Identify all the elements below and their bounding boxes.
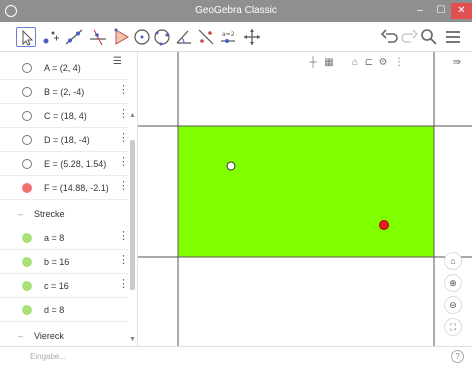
geogebra-window: GeoGebra Classic – ☐ ✕ a=2 ☰ A = (2, 4) …: [0, 0, 472, 366]
point-f[interactable]: [379, 220, 389, 230]
minimize-button[interactable]: –: [409, 3, 431, 19]
help-icon[interactable]: ?: [451, 350, 464, 363]
algebra-item-point-a[interactable]: A = (2, 4): [0, 56, 128, 80]
algebra-expression: F = (14.88, -2.1): [44, 183, 109, 193]
zoom-out-icon[interactable]: ⊖: [444, 296, 462, 314]
move-tool-icon[interactable]: [16, 27, 36, 47]
search-icon[interactable]: [419, 27, 439, 47]
visibility-toggle[interactable]: [22, 305, 32, 315]
algebra-view: ☰ A = (2, 4) B = (2, -4) ⋮ C = (18, 4) ⋮…: [0, 52, 138, 346]
group-header-strecke[interactable]: – Strecke: [0, 204, 128, 224]
title-bar: GeoGebra Classic – ☐ ✕: [0, 0, 472, 22]
algebra-expression: b = 16: [44, 257, 70, 267]
slider-tool-icon[interactable]: a=2: [218, 27, 238, 47]
style-bar-grid-icon[interactable]: ┼: [306, 57, 320, 71]
algebra-expression: D = (18, -4): [44, 135, 90, 145]
algebra-item-segment-a[interactable]: a = 8 ⋮: [0, 226, 129, 250]
home-icon[interactable]: ⌂: [348, 57, 362, 71]
quadrilateral-polygon[interactable]: [177, 125, 435, 258]
style-bar-axes-icon[interactable]: ▦: [322, 57, 336, 71]
algebra-item-point-d[interactable]: D = (18, -4) ⋮: [0, 128, 129, 152]
visibility-toggle[interactable]: [22, 135, 32, 145]
algebra-item-point-c[interactable]: C = (18, 4) ⋮: [0, 104, 129, 128]
algebra-item-point-f[interactable]: F = (14.88, -2.1) ⋮: [0, 176, 129, 200]
zoom-in-icon[interactable]: ⊕: [444, 274, 462, 292]
input-field[interactable]: Eingabe...: [30, 350, 446, 364]
svg-text:a=2: a=2: [222, 31, 235, 38]
collapse-icon[interactable]: –: [18, 209, 23, 219]
visibility-toggle[interactable]: [22, 281, 32, 291]
scroll-down-icon[interactable]: ▼: [129, 336, 136, 343]
algebra-expression: E = (5.28, 1.54): [44, 159, 107, 169]
algebra-scrollbar[interactable]: ▲ ▼: [128, 52, 138, 346]
visibility-toggle[interactable]: [22, 63, 32, 73]
group-header-viereck[interactable]: – Viereck: [0, 326, 128, 346]
window-title: GeoGebra Classic: [195, 5, 277, 16]
point-tool-icon[interactable]: [40, 27, 60, 47]
algebra-expression: A = (2, 4): [44, 63, 81, 73]
visibility-toggle[interactable]: [22, 87, 32, 97]
graphics-canvas[interactable]: [138, 52, 472, 346]
circle-tool-icon[interactable]: [132, 27, 152, 47]
magnet-icon[interactable]: ⊏: [362, 57, 376, 71]
fullscreen-icon[interactable]: ⛶: [444, 318, 462, 336]
algebra-item-segment-c[interactable]: c = 16 ⋮: [0, 274, 129, 298]
line-tool-icon[interactable]: [64, 27, 84, 47]
collapse-icon[interactable]: –: [18, 331, 23, 341]
group-label: Viereck: [34, 331, 64, 341]
visibility-toggle[interactable]: [22, 183, 32, 193]
algebra-expression: a = 8: [44, 233, 65, 243]
point-e[interactable]: [226, 161, 236, 171]
visibility-toggle[interactable]: [22, 233, 32, 243]
style-bar-toggle-icon[interactable]: ⇛: [450, 57, 464, 71]
maximize-button[interactable]: ☐: [430, 3, 452, 19]
main-menu-icon[interactable]: [443, 27, 463, 47]
algebra-item-segment-b[interactable]: b = 16 ⋮: [0, 250, 129, 274]
graphics-view[interactable]: ┼ ▦ ⌂ ⊏ ⚙ ⋮ ⇛ ⌂ ⊕ ⊖ ⛶: [138, 52, 472, 346]
more-options-icon[interactable]: ⋮: [392, 57, 406, 71]
reflect-tool-icon[interactable]: [196, 27, 216, 47]
algebra-item-segment-d[interactable]: d = 8: [0, 298, 128, 322]
algebra-expression: B = (2, -4): [44, 87, 85, 97]
perpendicular-line-tool-icon[interactable]: [88, 27, 108, 47]
scroll-up-icon[interactable]: ▲: [129, 112, 136, 119]
polygon-tool-icon[interactable]: [112, 27, 132, 47]
angle-tool-icon[interactable]: [174, 27, 194, 47]
visibility-toggle[interactable]: [22, 159, 32, 169]
algebra-expression: d = 8: [44, 305, 65, 315]
move-graphics-view-tool-icon[interactable]: [242, 27, 262, 47]
circle-through-points-tool-icon[interactable]: [152, 27, 172, 47]
redo-icon[interactable]: [399, 27, 419, 47]
close-button[interactable]: ✕: [451, 3, 472, 19]
settings-icon[interactable]: ⚙: [376, 57, 390, 71]
scrollbar-thumb[interactable]: [130, 140, 135, 290]
input-bar: Eingabe... ?: [0, 346, 472, 366]
algebra-item-point-e[interactable]: E = (5.28, 1.54) ⋮: [0, 152, 129, 176]
algebra-expression: c = 16: [44, 281, 69, 291]
undo-icon[interactable]: [380, 27, 400, 47]
visibility-toggle[interactable]: [22, 111, 32, 121]
algebra-expression: C = (18, 4): [44, 111, 87, 121]
visibility-toggle[interactable]: [22, 257, 32, 267]
toolbar: a=2: [0, 22, 472, 52]
standard-view-icon[interactable]: ⌂: [444, 252, 462, 270]
group-label: Strecke: [34, 209, 65, 219]
algebra-item-point-b[interactable]: B = (2, -4) ⋮: [0, 80, 129, 104]
